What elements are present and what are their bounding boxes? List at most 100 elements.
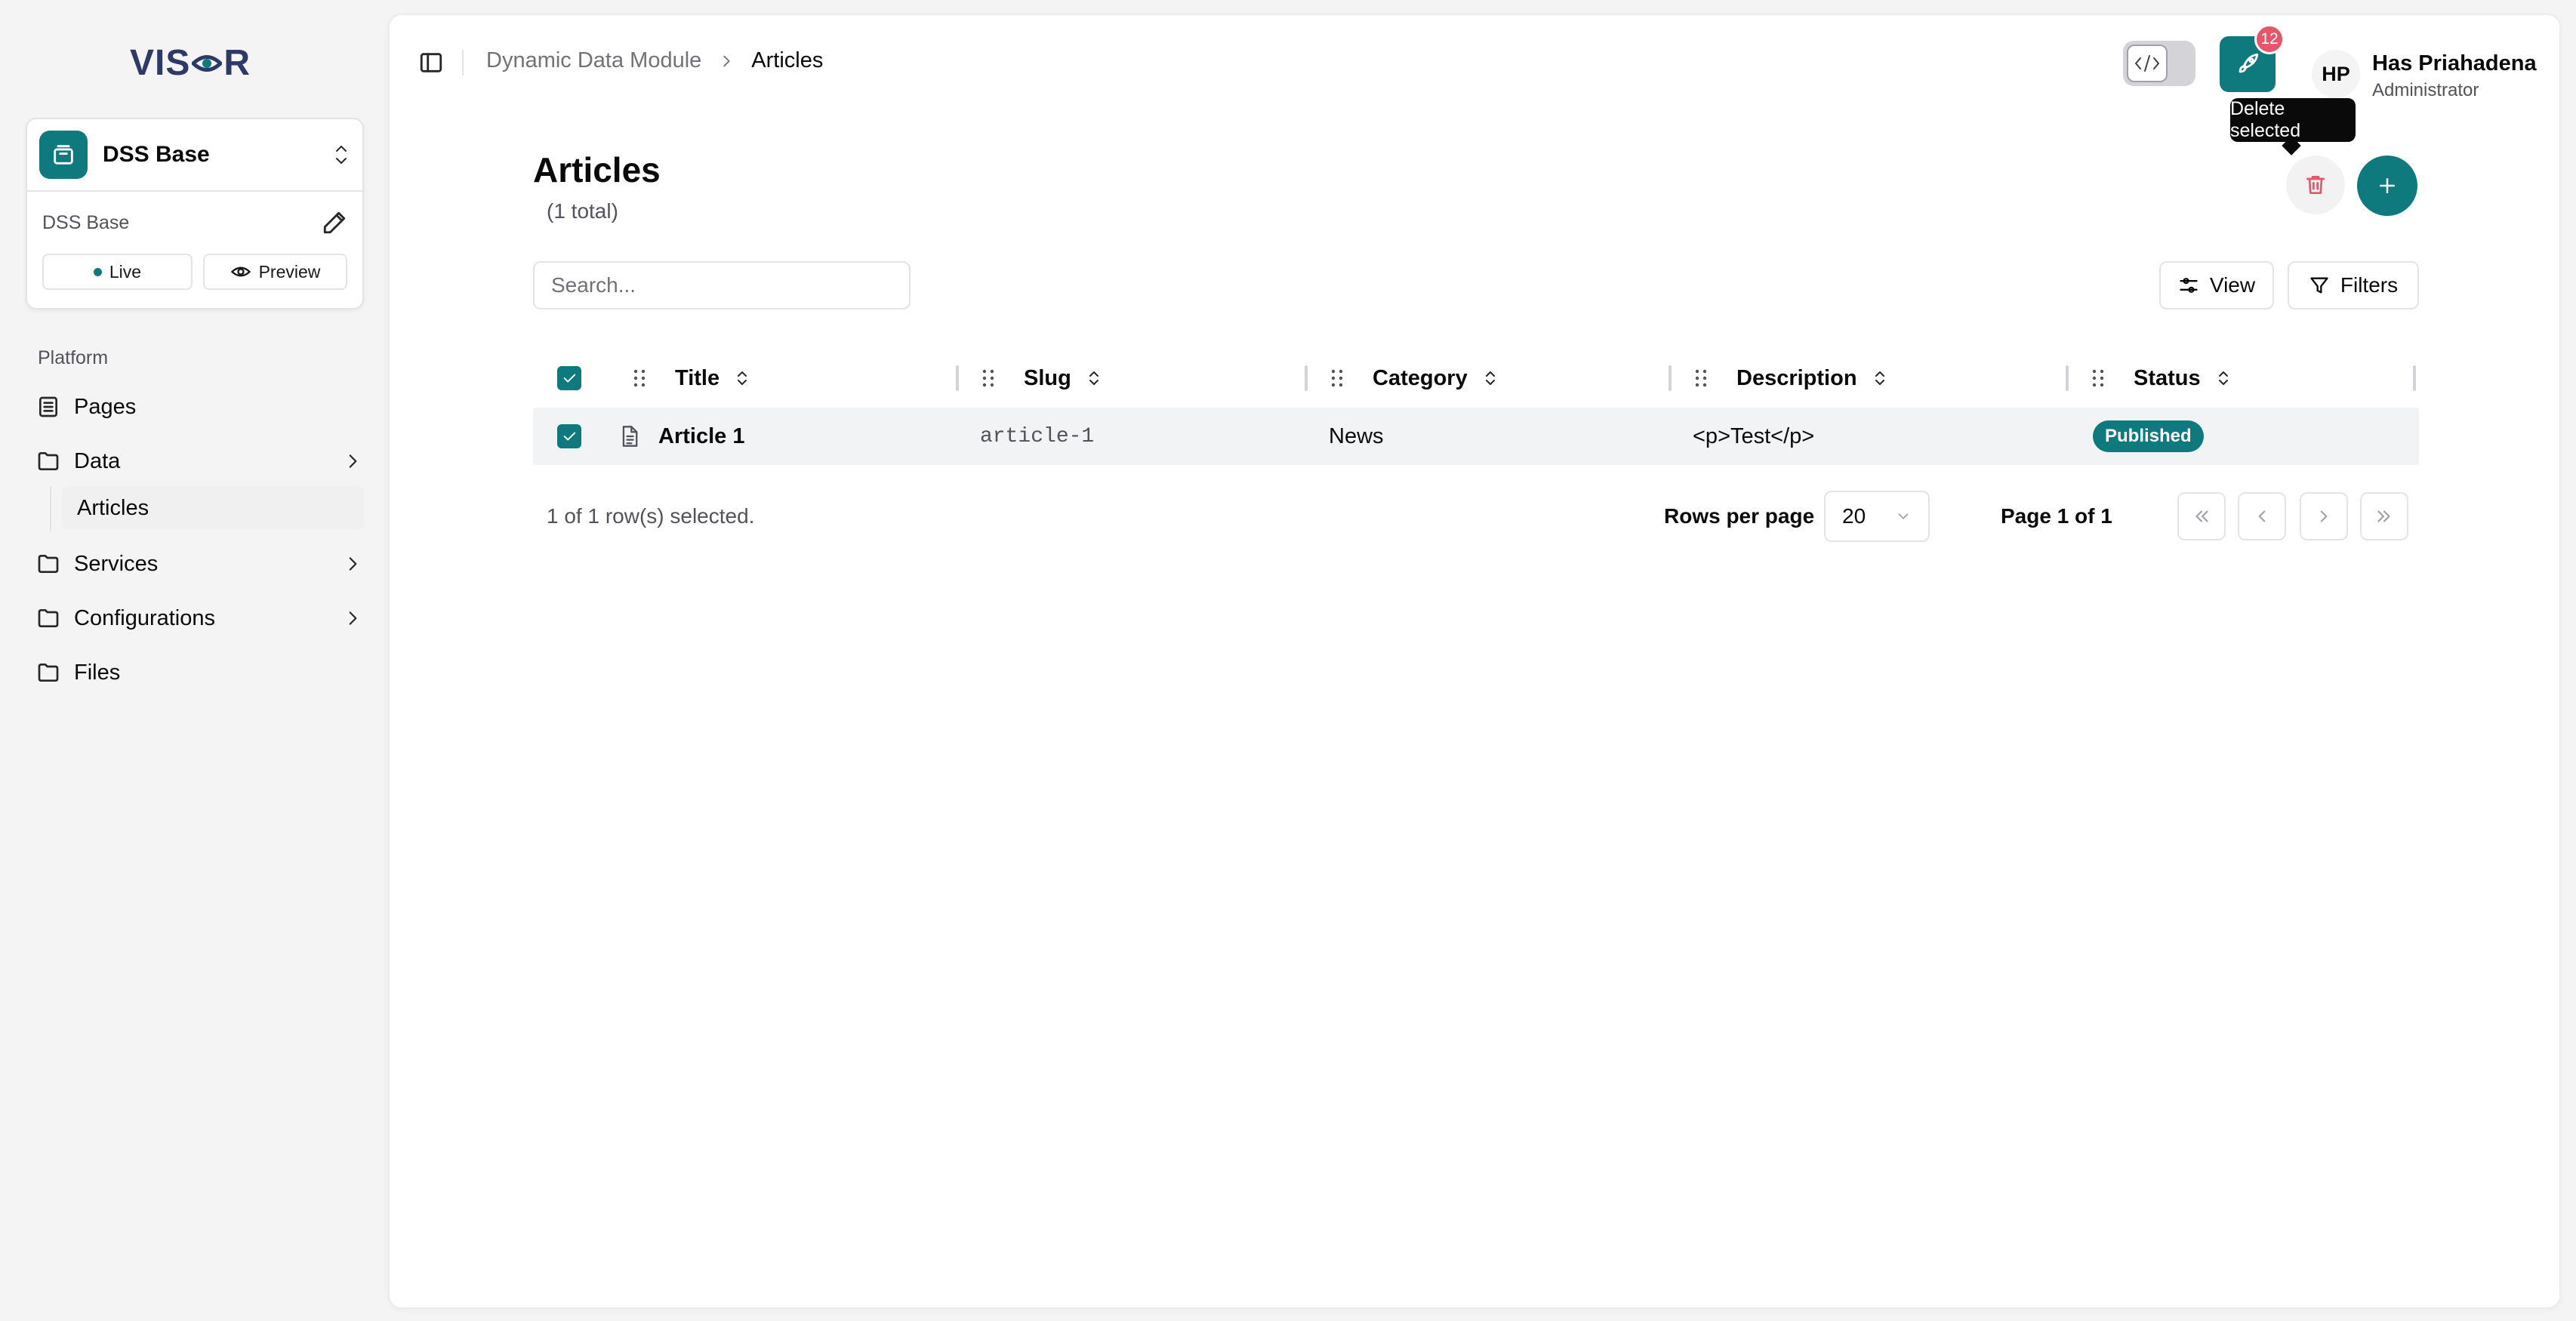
live-dot-icon	[93, 267, 102, 276]
avatar[interactable]: HP	[2312, 50, 2360, 98]
check-icon	[563, 374, 576, 383]
code-view-toggle[interactable]	[2123, 41, 2195, 86]
drag-handle-icon[interactable]	[631, 367, 648, 390]
first-page-button[interactable]	[2177, 492, 2226, 540]
chevrons-right-icon	[2377, 510, 2390, 522]
drag-handle-icon[interactable]	[980, 367, 997, 390]
logo-eye-icon	[192, 54, 223, 72]
sidebar-item-label: Files	[74, 660, 121, 685]
sidebar-item-files[interactable]: Files	[36, 651, 362, 694]
logo-text-start: VIS	[130, 43, 191, 83]
column-resize-handle[interactable]	[2413, 365, 2416, 391]
document-icon	[622, 426, 638, 447]
column-header-label: Title	[675, 365, 720, 390]
sort-icon[interactable]	[735, 368, 750, 388]
select-all-checkbox[interactable]	[557, 366, 581, 390]
filters-label: Filters	[2340, 273, 2399, 297]
plus-icon	[2380, 178, 2395, 193]
sidebar-item-pages[interactable]: Pages	[36, 386, 362, 428]
sidebar-item-label: Configurations	[74, 605, 215, 630]
folder-icon	[38, 452, 59, 470]
chevron-right-icon	[723, 55, 730, 66]
cell-slug: article-1	[980, 424, 1095, 448]
column-resize-handle[interactable]	[1669, 365, 1672, 391]
delete-tooltip: Delete selected	[2230, 98, 2356, 142]
column-resize-handle[interactable]	[1305, 365, 1308, 391]
sidebar: VIS R DSS Base DSS Base Live Preview Pla…	[0, 0, 387, 1321]
sidebar-item-configurations[interactable]: Configurations	[36, 597, 362, 639]
pencil-icon[interactable]	[322, 210, 347, 236]
sidebar-item-label: Services	[74, 551, 159, 576]
live-button[interactable]: Live	[42, 254, 193, 290]
folder-icon	[38, 609, 59, 627]
search-input[interactable]	[533, 261, 911, 309]
cell-status: Published	[2093, 408, 2204, 465]
sidebar-item-articles[interactable]: Articles	[62, 486, 364, 530]
column-header-description[interactable]: Description	[1693, 349, 1887, 408]
rocket-icon	[2239, 53, 2259, 73]
cell-title-text: Article 1	[658, 423, 745, 448]
column-resize-handle[interactable]	[2066, 365, 2069, 391]
sidebar-item-data[interactable]: Data	[36, 440, 362, 482]
filter-icon	[2310, 277, 2328, 294]
column-header-slug[interactable]: Slug	[980, 349, 1102, 408]
sort-icon[interactable]	[1086, 368, 1102, 388]
sort-icon[interactable]	[1872, 368, 1887, 388]
chevrons-left-icon	[2195, 510, 2208, 522]
column-header-title[interactable]: Title	[631, 349, 750, 408]
code-icon	[2135, 55, 2159, 72]
rows-per-page-label: Rows per page	[1664, 504, 1815, 528]
app-logo[interactable]: VIS R	[130, 42, 251, 84]
nav-tree-line	[50, 486, 51, 531]
last-page-button[interactable]	[2360, 492, 2408, 540]
trash-icon	[2306, 176, 2325, 194]
column-header-category[interactable]: Category	[1329, 349, 1498, 408]
page-info: Page 1 of 1	[2001, 504, 2112, 528]
deploy-count-badge: 12	[2254, 24, 2285, 54]
preview-button[interactable]: Preview	[202, 254, 347, 290]
chevron-right-icon	[349, 454, 357, 468]
breadcrumb: Dynamic Data Module Articles	[486, 48, 823, 73]
environment-name: DSS Base	[103, 142, 210, 167]
breadcrumb-link[interactable]: Dynamic Data Module	[486, 48, 701, 73]
add-article-button[interactable]	[2357, 156, 2417, 216]
environment-sub-label: DSS Base	[42, 211, 130, 233]
chevron-right-icon	[2320, 510, 2328, 522]
nav-section-label: Platform	[38, 347, 109, 368]
folder-icon	[38, 555, 59, 573]
sort-icon[interactable]	[1483, 368, 1498, 388]
row-checkbox[interactable]	[557, 424, 581, 448]
next-page-button[interactable]	[2300, 492, 2348, 540]
sidebar-item-label: Data	[74, 448, 121, 473]
environment-switcher[interactable]: DSS Base	[27, 119, 362, 192]
sort-icon[interactable]	[2216, 368, 2231, 388]
column-resize-handle[interactable]	[956, 365, 959, 391]
selection-info: 1 of 1 row(s) selected.	[547, 504, 755, 528]
logo-text-end: R	[223, 43, 251, 83]
eye-icon	[230, 266, 251, 277]
table-row[interactable]: Article 1 article-1 News <p>Test</p> Pub…	[533, 408, 2419, 465]
cell-title[interactable]: Article 1	[619, 408, 744, 465]
view-button[interactable]: View	[2159, 261, 2274, 309]
user-name[interactable]: Has Priahadena	[2372, 51, 2537, 76]
drag-handle-icon[interactable]	[1329, 367, 1345, 390]
preview-label: Preview	[258, 261, 321, 282]
live-label: Live	[109, 261, 142, 282]
delete-selected-button[interactable]	[2286, 156, 2345, 214]
sidebar-item-services[interactable]: Services	[36, 543, 362, 585]
previous-page-button[interactable]	[2238, 492, 2286, 540]
drag-handle-icon[interactable]	[1693, 367, 1709, 390]
status-badge: Published	[2093, 420, 2204, 452]
column-header-status[interactable]: Status	[2090, 349, 2231, 408]
filters-button[interactable]: Filters	[2288, 261, 2419, 309]
breadcrumb-current: Articles	[751, 48, 824, 72]
chevron-down-icon	[1898, 513, 1909, 519]
environment-card: DSS Base DSS Base Live Preview	[26, 118, 364, 309]
cell-category: News	[1329, 423, 1384, 448]
column-header-label: Status	[2134, 365, 2201, 390]
rows-per-page-select[interactable]: 20	[1824, 491, 1930, 542]
toggle-sidebar-icon[interactable]	[418, 50, 444, 75]
sidebar-item-label: Pages	[74, 394, 137, 419]
drag-handle-icon[interactable]	[2090, 367, 2106, 390]
chevron-right-icon	[349, 611, 357, 625]
